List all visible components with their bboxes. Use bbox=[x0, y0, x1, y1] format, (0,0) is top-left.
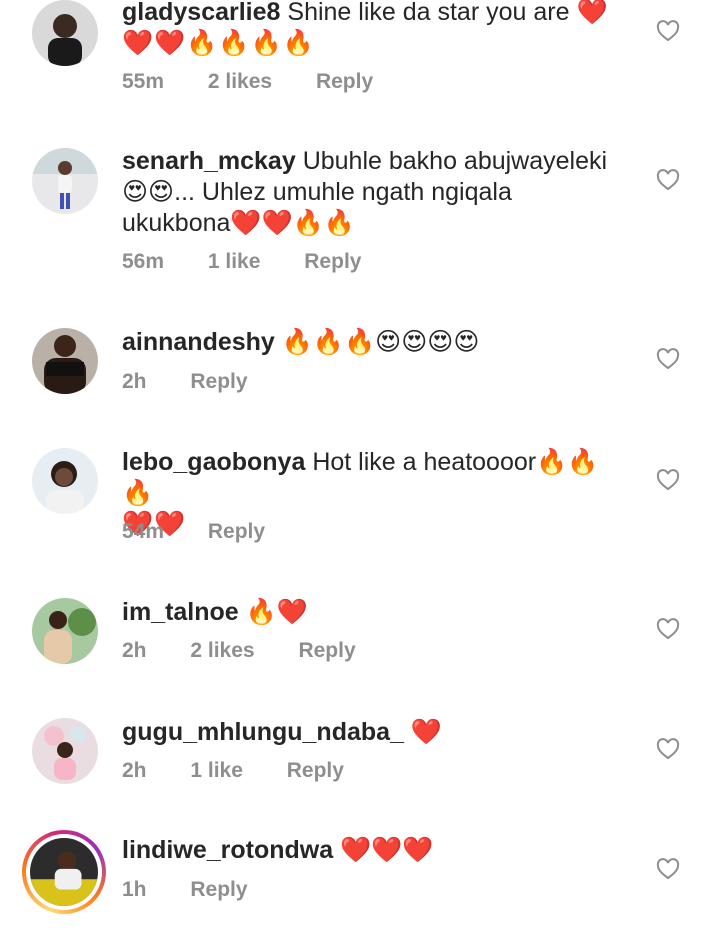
heart-outline-icon[interactable] bbox=[656, 20, 680, 42]
comment-text: 🔥🔥🔥😍😍😍😍 bbox=[281, 328, 480, 356]
avatar-story-ring[interactable] bbox=[22, 830, 106, 914]
comment-text: ❤️❤️🔥🔥🔥🔥 bbox=[122, 29, 315, 57]
comment-likes-count[interactable]: 2 likes bbox=[190, 639, 254, 662]
avatar[interactable] bbox=[32, 718, 98, 784]
heart-outline-icon[interactable] bbox=[656, 469, 680, 491]
comment-username[interactable]: lindiwe_rotondwa bbox=[122, 836, 333, 864]
reply-button[interactable]: Reply bbox=[304, 250, 361, 273]
comment-likes-count[interactable]: 2 likes bbox=[208, 70, 272, 93]
avatar[interactable] bbox=[32, 448, 98, 514]
comment-time: 54m bbox=[122, 520, 165, 543]
comment-username[interactable]: im_talnoe bbox=[122, 598, 239, 626]
reply-button[interactable]: Reply bbox=[190, 370, 247, 393]
heart-outline-icon[interactable] bbox=[656, 618, 680, 640]
comment-text: Ubuhle bakho abujwayeleki bbox=[302, 147, 608, 175]
comment-time: 56m bbox=[122, 250, 165, 273]
comment-text: ❤️ bbox=[410, 718, 443, 746]
avatar[interactable] bbox=[32, 0, 98, 66]
comment-username[interactable]: senarh_mckay bbox=[122, 147, 296, 175]
comment-time: 55m bbox=[122, 70, 165, 93]
avatar-image bbox=[30, 838, 98, 906]
comment-username[interactable]: lebo_gaobonya bbox=[122, 448, 305, 476]
comment-text: 😍😍... Uhlez umuhle ngath ngiqala bbox=[122, 178, 512, 206]
reply-button[interactable]: Reply bbox=[316, 70, 373, 93]
heart-outline-icon[interactable] bbox=[656, 738, 680, 760]
comment-text: 🔥❤️ bbox=[245, 598, 308, 626]
comment-text: ukukbona❤️❤️🔥🔥 bbox=[122, 209, 355, 237]
comment-time: 2h bbox=[122, 370, 147, 393]
avatar[interactable] bbox=[32, 598, 98, 664]
heart-outline-icon[interactable] bbox=[656, 858, 680, 880]
comment-text: Shine like da star you are ❤️ bbox=[287, 0, 608, 26]
heart-outline-icon[interactable] bbox=[656, 348, 680, 370]
reply-button[interactable]: Reply bbox=[190, 878, 247, 901]
avatar bbox=[26, 834, 102, 910]
comment-text: ❤️❤️❤️ bbox=[340, 836, 434, 864]
avatar[interactable] bbox=[32, 148, 98, 214]
comment-time: 1h bbox=[122, 878, 147, 901]
comment-username[interactable]: gugu_mhlungu_ndaba_ bbox=[122, 718, 404, 746]
comment-likes-count[interactable]: 1 like bbox=[190, 759, 243, 782]
comment-time: 2h bbox=[122, 639, 147, 662]
reply-button[interactable]: Reply bbox=[287, 759, 344, 782]
comment-username[interactable]: gladyscarlie8 bbox=[122, 0, 280, 26]
comment-username[interactable]: ainnandeshy bbox=[122, 328, 275, 356]
comment-time: 2h bbox=[122, 759, 147, 782]
comment-likes-count[interactable]: 1 like bbox=[208, 250, 261, 273]
reply-button[interactable]: Reply bbox=[298, 639, 355, 662]
avatar[interactable] bbox=[32, 328, 98, 394]
reply-button[interactable]: Reply bbox=[208, 520, 265, 543]
heart-outline-icon[interactable] bbox=[656, 169, 680, 191]
